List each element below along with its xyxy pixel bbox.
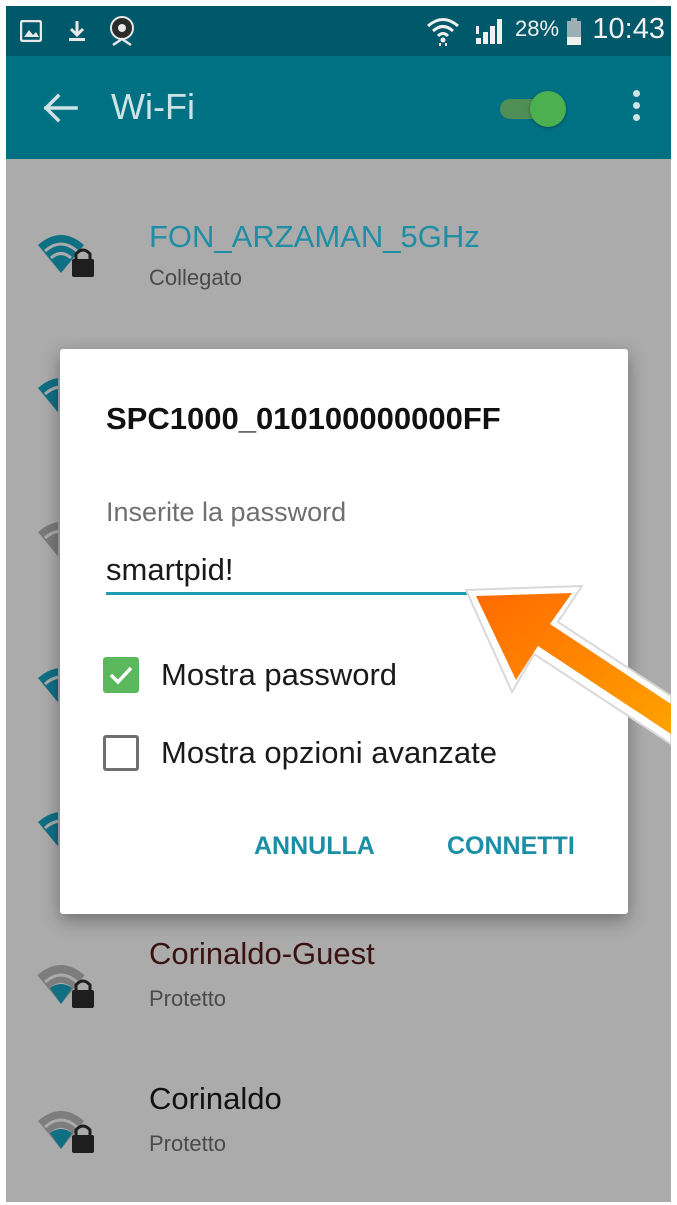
cell-signal-icon [474, 6, 506, 56]
wifi-icon-partial [36, 372, 58, 412]
network-name: Corinaldo [149, 1081, 282, 1116]
page-title: Wi-Fi [111, 86, 195, 127]
wifi-lock-icon [36, 227, 100, 279]
camera-app-icon [108, 6, 136, 56]
advanced-options-label: Mostra opzioni avanzate [161, 735, 498, 770]
show-password-label: Mostra password [161, 657, 398, 692]
status-bar: 28% 10:43 [6, 6, 671, 56]
connect-button[interactable]: CONNETTI [447, 832, 575, 861]
battery-icon [566, 6, 582, 56]
annotation-arrow-icon [454, 576, 671, 776]
app-bar: Wi-Fi [6, 56, 671, 159]
wifi-icon-partial [36, 806, 58, 846]
show-password-checkbox[interactable]: Mostra password [103, 655, 397, 695]
wifi-toggle[interactable] [496, 89, 568, 127]
dialog-title: SPC1000_010100000000FF [106, 401, 501, 436]
wifi-icon-partial [36, 662, 58, 702]
network-status: Protetto [149, 986, 227, 1011]
network-name: Corinaldo-Guest [149, 936, 375, 971]
network-name: FON_ARZAMAN_5GHz [149, 219, 480, 254]
checkbox-checked-icon [103, 657, 139, 693]
wifi-lock-icon [36, 1103, 100, 1155]
image-icon [20, 6, 42, 56]
wifi-lock-icon [36, 958, 100, 1010]
network-status: Collegato [149, 265, 242, 290]
network-status: Protetto [149, 1131, 227, 1156]
back-arrow-icon[interactable] [38, 86, 82, 130]
overflow-menu-icon[interactable] [624, 86, 648, 130]
password-label: Inserite la password [106, 497, 347, 527]
checkbox-unchecked-icon [103, 735, 139, 771]
toggle-knob [530, 91, 566, 127]
network-item[interactable]: Corinaldo-Guest Protetto [6, 936, 671, 1036]
advanced-options-checkbox[interactable]: Mostra opzioni avanzate [103, 733, 497, 773]
cancel-button[interactable]: ANNULLA [254, 832, 375, 861]
battery-percent: 28% [515, 16, 560, 41]
network-item[interactable]: Corinaldo Protetto [6, 1081, 671, 1181]
phone-screen: 28% 10:43 Wi-Fi FON_ARZAMAN_5GHz Collega… [6, 6, 671, 1202]
clock: 10:43 [592, 13, 665, 45]
download-icon [66, 6, 88, 56]
wifi-icon-partial [36, 516, 58, 556]
wifi-signal-icon [426, 6, 460, 56]
network-item[interactable]: FON_ARZAMAN_5GHz Collegato [6, 211, 671, 311]
password-input[interactable] [106, 548, 476, 595]
